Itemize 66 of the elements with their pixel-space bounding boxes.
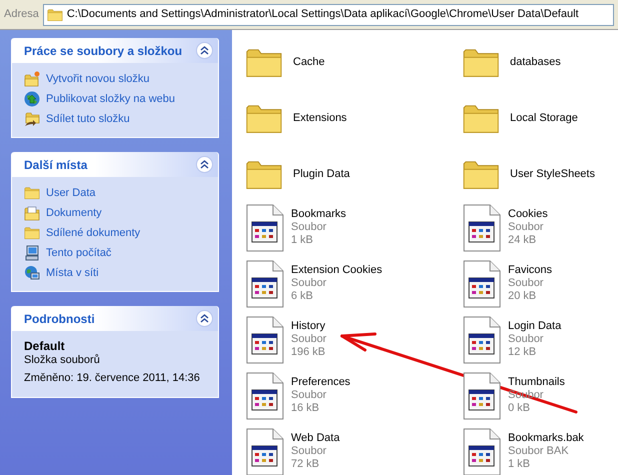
sidebar-link[interactable]: Místa v síti bbox=[24, 265, 206, 281]
file-size: 20 kB bbox=[508, 290, 538, 303]
detail-name: Default bbox=[24, 339, 66, 353]
file-name[interactable]: Favicons bbox=[508, 264, 552, 277]
documents-folder-icon bbox=[24, 205, 40, 221]
folder-name[interactable]: Plugin Data bbox=[293, 166, 350, 182]
file-name[interactable]: History bbox=[291, 320, 326, 333]
sidebar-link[interactable]: User Data bbox=[24, 185, 206, 201]
folder-name[interactable]: Local Storage bbox=[510, 110, 578, 126]
file-size: 6 kB bbox=[291, 290, 314, 303]
sidebar-link[interactable]: Publikovat složky na webu bbox=[24, 91, 206, 107]
detail-type: Složka souborů bbox=[24, 353, 101, 367]
sidebar-link[interactable]: Dokumenty bbox=[24, 205, 206, 221]
file-type: Soubor bbox=[508, 277, 544, 290]
file-type: Soubor bbox=[291, 333, 326, 346]
computer-icon bbox=[24, 245, 40, 261]
chevron-icon bbox=[200, 160, 209, 169]
panel-title: Podrobnosti bbox=[24, 310, 95, 328]
globe-icon bbox=[24, 91, 40, 107]
file-name[interactable]: Cookies bbox=[508, 208, 548, 221]
sidebar-link[interactable]: Sdílet tuto složku bbox=[24, 111, 206, 127]
new-folder-icon bbox=[24, 71, 40, 87]
shared-folder-icon bbox=[24, 111, 40, 127]
file-size: 24 kB bbox=[508, 234, 538, 247]
file-name[interactable]: Web Data bbox=[291, 432, 340, 445]
chevron-icon bbox=[200, 46, 209, 55]
address-field[interactable]: C:\Documents and Settings\Administrator\Local Settings\Data aplikací\Google\Chrome\User Data\Default bbox=[42, 4, 614, 26]
file-name[interactable]: Bookmarks.bak bbox=[508, 432, 584, 445]
file-type: Soubor bbox=[508, 221, 544, 234]
folder-icon bbox=[46, 8, 63, 22]
folder-name[interactable]: User StyleSheets bbox=[510, 166, 595, 182]
collapse-button[interactable] bbox=[196, 42, 213, 59]
chevron-icon bbox=[200, 314, 209, 323]
file-type: Soubor bbox=[291, 221, 328, 234]
file-size: 0 kB bbox=[508, 402, 532, 415]
file-name[interactable]: Bookmarks bbox=[291, 208, 346, 221]
sidebar-link[interactable]: Sdílené dokumenty bbox=[24, 225, 206, 241]
sidebar-link[interactable]: Vytvořit novou složku bbox=[24, 71, 206, 87]
file-size: 1 kB bbox=[291, 234, 314, 247]
file-name[interactable]: Preferences bbox=[291, 376, 350, 389]
folder-icon bbox=[24, 186, 40, 200]
detail-modified: Změněno: 19. července 2011, 14:36 bbox=[24, 371, 201, 385]
file-name[interactable]: Thumbnails bbox=[508, 376, 565, 389]
file-type: Soubor bbox=[508, 333, 544, 346]
collapse-button[interactable] bbox=[196, 156, 213, 173]
folder-name[interactable]: databases bbox=[510, 54, 561, 70]
file-size: 16 kB bbox=[291, 402, 320, 415]
file-size: 72 kB bbox=[291, 458, 320, 471]
file-size: 196 kB bbox=[291, 346, 326, 359]
folder-icon bbox=[24, 226, 40, 240]
panel-title: Práce se soubory a složkou bbox=[24, 42, 182, 60]
panel-title: Další místa bbox=[24, 156, 88, 174]
file-type: Soubor BAK bbox=[508, 445, 570, 458]
address-label: Adresa bbox=[4, 7, 39, 22]
file-type: Soubor bbox=[291, 445, 328, 458]
folder-name[interactable]: Cache bbox=[293, 54, 325, 70]
file-size: 12 kB bbox=[508, 346, 538, 359]
file-type: Soubor bbox=[291, 277, 328, 290]
file-size: 1 kB bbox=[508, 458, 532, 471]
file-name[interactable]: Login Data bbox=[508, 320, 562, 333]
file-name[interactable]: Extension Cookies bbox=[291, 264, 382, 277]
collapse-button[interactable] bbox=[196, 310, 213, 327]
sidebar-link[interactable]: Tento počítač bbox=[24, 245, 206, 261]
folder-name[interactable]: Extensions bbox=[293, 110, 347, 126]
file-type: Soubor bbox=[291, 389, 328, 402]
network-icon bbox=[24, 265, 40, 281]
